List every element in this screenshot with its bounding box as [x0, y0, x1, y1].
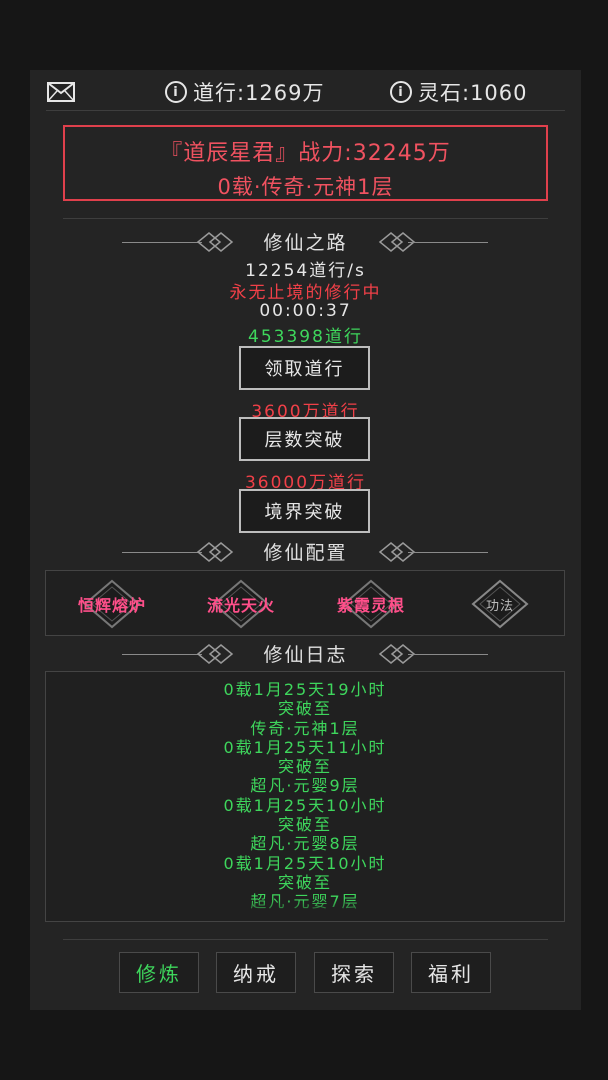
divider	[63, 939, 548, 940]
log-entry-line: 超凡·元婴9层	[250, 776, 360, 796]
slot-label: 功法	[485, 598, 514, 614]
layer-breakthrough-button[interactable]: 层数突破	[239, 417, 370, 461]
furnace-slot[interactable]: 恒辉熔炉	[62, 577, 162, 631]
log-entry-line: 突破至	[277, 872, 332, 892]
log-entry-line: 传奇·元神1层	[250, 718, 360, 738]
log-entry-line: 突破至	[277, 699, 332, 719]
fire-slot[interactable]: 流光天火	[191, 577, 291, 631]
nav-storage-ring[interactable]: 纳戒	[216, 952, 296, 993]
character-realm: 0载·传奇·元神1层	[217, 175, 394, 199]
realm-breakthrough-button[interactable]: 境界突破	[239, 489, 370, 533]
technique-slot[interactable]: 功法	[450, 577, 550, 631]
log-entry-line: 0载1月25天19小时	[223, 680, 387, 699]
log-entry-line: 0载1月25天10小时	[223, 853, 387, 873]
game-panel: i 道行:1269万 i 灵石:1060 『道辰星君』战力:32245万 0载·…	[30, 70, 581, 1010]
lingshi-stat: i 灵石:1060	[390, 76, 528, 108]
daoxing-value: 道行:1269万	[193, 81, 325, 105]
slot-label: 流光天火	[206, 596, 275, 615]
section-title-config: 修仙配置	[30, 538, 581, 568]
section-title-text: 修仙日志	[263, 644, 348, 666]
divider	[63, 218, 548, 219]
lingshi-value: 灵石:1060	[418, 81, 528, 105]
claim-daoxing-button[interactable]: 领取道行	[239, 346, 370, 390]
pending-daoxing: 453398道行	[248, 327, 363, 347]
spirit-root-slot[interactable]: 紫霞灵根	[321, 577, 421, 631]
log-entry-line: 超凡·元婴8层	[250, 834, 360, 854]
log-entry-line: 0载1月25天10小时	[223, 795, 387, 815]
nav-explore[interactable]: 探索	[314, 952, 394, 993]
cultivation-timer: 00:00:37	[259, 301, 352, 321]
nav-cultivate[interactable]: 修炼	[119, 952, 199, 993]
slot-label: 紫霞灵根	[336, 596, 405, 615]
log-entry-line: 0载1月25天11小时	[223, 737, 387, 757]
log-entry-line: 突破至	[277, 815, 332, 835]
log-list: 0载1月25天19小时 突破至 传奇·元神1层 0载1月25天11小时 突破至 超凡·元婴…	[46, 680, 564, 912]
divider	[46, 110, 565, 111]
daoxing-stat: i 道行:1269万	[165, 76, 325, 108]
character-title-power: 『道辰星君』战力:32245万	[160, 141, 451, 166]
section-title-text: 修仙配置	[263, 542, 348, 564]
section-title-cultivation: 修仙之路	[30, 228, 581, 258]
log-entry-line: 突破至	[277, 757, 332, 777]
cultivation-status: 永无止境的修行中	[229, 283, 382, 303]
section-title-text: 修仙之路	[263, 232, 348, 254]
mail-icon[interactable]	[47, 82, 75, 102]
nav-welfare[interactable]: 福利	[411, 952, 491, 993]
character-identity-box: 『道辰星君』战力:32245万 0载·传奇·元神1层	[63, 125, 548, 201]
cultivation-log[interactable]: 0载1月25天19小时 突破至 传奇·元神1层 0载1月25天11小时 突破至 超凡·元婴…	[45, 671, 565, 922]
info-icon[interactable]: i	[165, 81, 187, 103]
info-icon[interactable]: i	[390, 81, 412, 103]
section-title-log: 修仙日志	[30, 640, 581, 670]
cultivation-config-panel: 恒辉熔炉 流光天火 紫霞灵根 功法	[45, 570, 565, 636]
slot-label: 恒辉熔炉	[77, 596, 146, 615]
top-bar: i 道行:1269万 i 灵石:1060	[30, 70, 581, 114]
